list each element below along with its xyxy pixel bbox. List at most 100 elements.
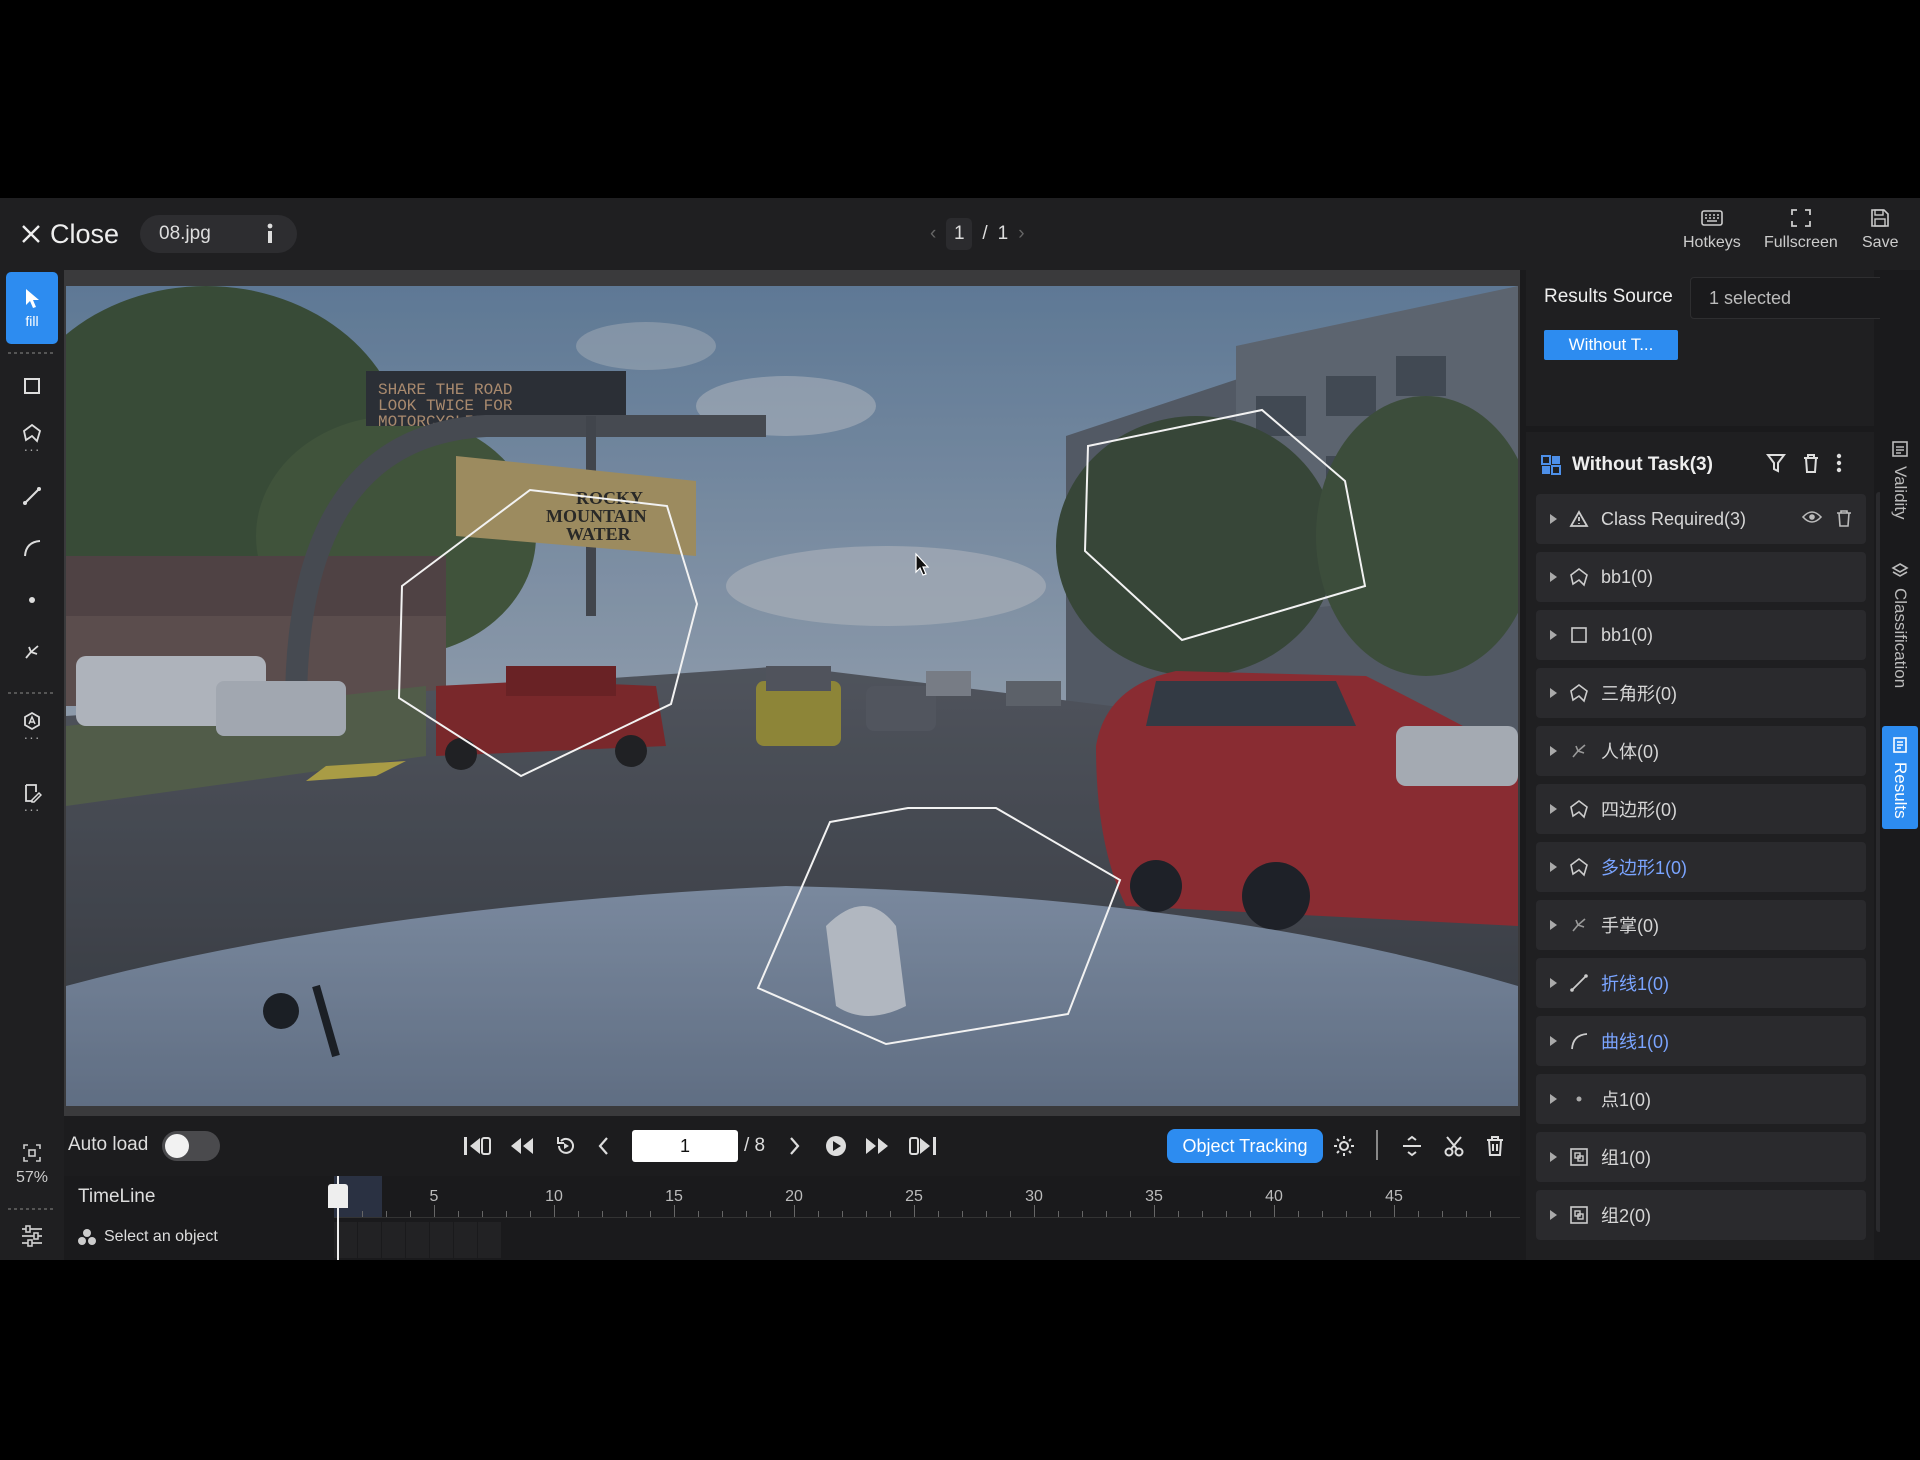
next-page-button[interactable]: › [1018,223,1024,245]
canvas-area[interactable]: SHARE THE ROAD LOOK TWICE FOR MOTORCYCLI… [64,270,1520,1116]
last-frame-icon[interactable] [908,1134,938,1158]
first-frame-icon[interactable] [462,1134,492,1158]
timeline-tick [818,1211,819,1217]
select-object-hint: Select an object [78,1228,218,1246]
filter-icon[interactable] [1766,452,1786,474]
hotkeys-label: Hotkeys [1683,234,1741,251]
info-icon[interactable] [263,222,277,246]
tab-classification[interactable]: Classification [1882,562,1918,688]
timeline-tick-label: 35 [1145,1188,1163,1205]
image-canvas[interactable]: SHARE THE ROAD LOOK TWICE FOR MOTORCYCLI… [66,286,1518,1106]
fullscreen-button[interactable]: Fullscreen [1764,208,1838,252]
expand-caret-icon[interactable] [1550,920,1557,930]
annotation-tool[interactable]: ··· [6,774,58,822]
object-track-cells [334,1222,502,1258]
settings-sliders-button[interactable] [6,1212,58,1260]
tree-item-label: bb1(0) [1601,566,1654,587]
close-button[interactable]: Close [20,218,119,250]
group-icon [1570,1148,1588,1166]
timeline-tick-label: 15 [665,1188,683,1205]
eye-icon[interactable] [1802,509,1822,525]
timeline-tick [458,1211,459,1217]
expand-caret-icon[interactable] [1550,1152,1557,1162]
top-bar: Close 08.jpg ‹ 1 / 1 › Hotkeys Fullscree… [0,198,1920,270]
curve-icon [24,540,41,557]
tree-item-polyline1[interactable]: 折线1(0) [1536,958,1866,1008]
expand-caret-icon[interactable] [1550,1094,1557,1104]
tree-item-bb1-polygon[interactable]: bb1(0) [1536,552,1866,602]
play-icon[interactable] [824,1134,848,1158]
expand-caret-icon[interactable] [1550,862,1557,872]
expand-caret-icon[interactable] [1550,688,1557,698]
tab-results[interactable]: Results [1882,726,1918,829]
tree-item-quadrilateral[interactable]: 四边形(0) [1536,784,1866,834]
frame-number-input[interactable] [632,1130,738,1162]
rewind-icon[interactable] [509,1134,535,1158]
split-track-icon[interactable] [1401,1134,1423,1158]
results-source-tag[interactable]: Without T... [1544,330,1678,360]
tree-item-point1[interactable]: 点1(0) [1536,1074,1866,1124]
auto-load-toggle[interactable] [162,1131,220,1161]
gear-icon[interactable] [1332,1134,1356,1158]
timeline-scrubber[interactable] [328,1184,348,1208]
timeline-tick [794,1205,795,1217]
expand-caret-icon[interactable] [1550,804,1557,814]
skeleton-tool[interactable] [6,628,58,676]
polyline-tool[interactable] [6,472,58,520]
track-cell [478,1222,502,1258]
timeline-ruler[interactable]: 5 10 15 20 25 30 35 40 45 [334,1176,1520,1218]
keyboard-icon [1701,210,1723,226]
save-button[interactable]: Save [1862,208,1898,252]
polygon-icon [1570,684,1588,703]
object-tracking-button[interactable]: Object Tracking [1167,1129,1323,1163]
select-tool[interactable]: fill [6,272,58,344]
prev-page-button[interactable]: ‹ [930,223,936,245]
results-source-select[interactable]: 1 selected [1690,277,1908,319]
timeline-tick [938,1211,939,1217]
trash-icon[interactable] [1485,1134,1505,1158]
expand-caret-icon[interactable] [1550,514,1557,524]
replay-icon[interactable] [554,1134,578,1158]
tab-validity[interactable]: Validity [1882,440,1918,520]
tree-item-group2[interactable]: 组2(0) [1536,1190,1866,1240]
tree-item-human-body[interactable]: 人体(0) [1536,726,1866,776]
expand-caret-icon[interactable] [1550,630,1557,640]
timeline-tick [1490,1211,1491,1217]
tree-item-curve1[interactable]: 曲线1(0) [1536,1016,1866,1066]
tree-item-class-required[interactable]: Class Required(3) [1536,494,1866,544]
polygon-tool[interactable]: ··· [6,414,58,462]
tree-item-polygon1[interactable]: 多边形1(0) [1536,842,1866,892]
expand-caret-icon[interactable] [1550,978,1557,988]
trash-icon[interactable] [1802,452,1820,474]
auto-segment-tool[interactable]: ··· [6,702,58,750]
tree-item-triangle[interactable]: 三角形(0) [1536,668,1866,718]
tree-item-label: 组2(0) [1601,1206,1652,1226]
fast-forward-icon[interactable] [864,1134,890,1158]
prev-frame-icon[interactable] [594,1134,614,1158]
tree-item-palm[interactable]: 手掌(0) [1536,900,1866,950]
next-frame-icon[interactable] [784,1134,804,1158]
results-icon [1893,737,1907,753]
expand-caret-icon[interactable] [1550,1210,1557,1220]
timeline-tick [1010,1211,1011,1217]
hotkeys-button[interactable]: Hotkeys [1683,208,1741,252]
rectangle-tool[interactable] [6,362,58,410]
timeline-label: TimeLine [78,1186,156,1207]
object-tracking-label: Object Tracking [1182,1135,1308,1156]
timeline-tick [362,1211,363,1217]
track-cell [358,1222,382,1258]
curve-tool[interactable] [6,524,58,572]
trash-icon[interactable] [1836,509,1852,527]
point-tool[interactable] [6,576,58,624]
page-current[interactable]: 1 [946,218,973,250]
tree-item-bb1-rectangle[interactable]: bb1(0) [1536,610,1866,660]
objects-icon [78,1229,96,1245]
more-vertical-icon[interactable] [1836,452,1842,474]
expand-caret-icon[interactable] [1550,572,1557,582]
tree-item-group1[interactable]: 组1(0) [1536,1132,1866,1182]
timeline-tick-label: 25 [905,1188,923,1205]
fit-zoom-button[interactable]: 57% [6,1130,58,1200]
expand-caret-icon[interactable] [1550,746,1557,756]
scissors-icon[interactable] [1443,1134,1465,1158]
expand-caret-icon[interactable] [1550,1036,1557,1046]
